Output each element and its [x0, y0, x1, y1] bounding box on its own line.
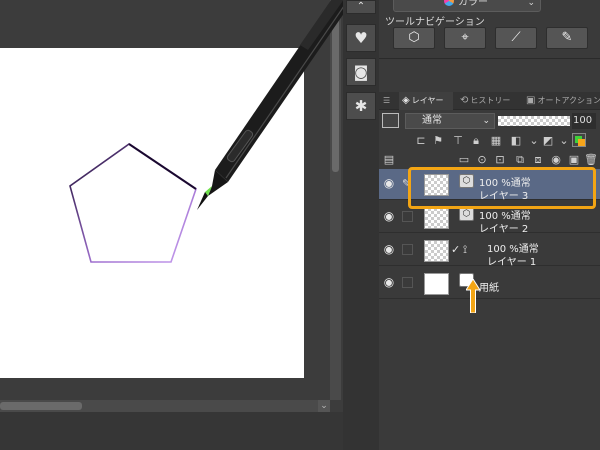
new-folder-icon[interactable]: ⊡: [493, 153, 507, 167]
layer-list-icon[interactable]: ▤: [382, 153, 396, 167]
horizontal-scrollbar-thumb[interactable]: [0, 402, 82, 410]
merge-layer-icon[interactable]: ⧈: [531, 153, 545, 167]
horizontal-scrollbar[interactable]: [0, 400, 330, 412]
chevron-down-icon[interactable]: ⌄: [527, 134, 541, 148]
new-vector-layer-icon[interactable]: ⊙: [475, 153, 489, 167]
mask-icon[interactable]: ◧: [509, 134, 523, 148]
new-raster-layer-icon[interactable]: ▭: [457, 153, 471, 167]
reference-icon[interactable]: ⚑: [431, 134, 445, 148]
vertical-scrollbar[interactable]: [330, 0, 341, 400]
panel-menu-button[interactable]: ☰: [383, 92, 395, 110]
layer-action-row: ▤ ▭ ⊙ ⊡ ⧉ ⧈ ◉ ▣ 🗑︎: [379, 153, 600, 167]
person-icon[interactable]: ✱: [346, 92, 376, 120]
selected-layer-highlight: [408, 167, 596, 209]
blend-mode-value: 通常: [422, 115, 442, 126]
layer-thumbnail: [424, 240, 449, 262]
canvas-bottom-area: [0, 412, 343, 450]
blend-mode-select[interactable]: 通常 ⌄: [405, 113, 495, 129]
layer-name: 用紙: [479, 283, 499, 294]
layer-tool-row: ⊏ ⚑ ⊤ 🔒︎ ▦ ◧ ⌄ ◩ ⌄: [379, 131, 600, 153]
pointer-icon[interactable]: ⌖: [444, 27, 486, 49]
eye-icon[interactable]: ◉: [382, 276, 396, 288]
lock-icon[interactable]: 🔒︎: [469, 134, 483, 148]
canvas-area[interactable]: ⌄: [0, 0, 343, 450]
lock-checkbox[interactable]: [402, 211, 413, 222]
selection-mask-icon[interactable]: ◩: [541, 134, 555, 148]
layer-thumbnail: [424, 273, 449, 295]
color-set-select[interactable]: カラー ⌄: [393, 0, 541, 12]
layer-thumbnail: [424, 207, 449, 229]
pen-tool-icon[interactable]: ⬡: [393, 27, 435, 49]
panel-separator: [379, 58, 600, 88]
panel-icon-strip: ⌃ ♥ ◙ ✱: [343, 0, 379, 450]
tab-auto-action[interactable]: ▣ オートアクション: [523, 92, 600, 110]
copy-layer-icon[interactable]: ⧉: [513, 153, 527, 167]
ruler-icon[interactable]: ⊤: [451, 134, 465, 148]
arrow-up-icon: [466, 279, 480, 313]
chevron-down-icon: ⌄: [527, 0, 535, 8]
clip-icon[interactable]: ⊏: [414, 134, 428, 148]
lock-checkbox[interactable]: [402, 277, 413, 288]
layer-mask-icon[interactable]: ▣: [567, 153, 581, 167]
canvas-paper[interactable]: [0, 48, 304, 378]
right-panel: カラー ⌄ ツールナビゲーション ⬡ ⌖ ⟋ ✎ ☰ ◈ レイヤー ⟲ ヒストリー …: [379, 0, 600, 450]
eye-icon[interactable]: ◉: [382, 177, 396, 189]
opacity-value[interactable]: 100: [572, 113, 596, 129]
layer-panel-tabs: ☰ ◈ レイヤー ⟲ ヒストリー ▣ オートアクション: [379, 92, 600, 110]
tab-history[interactable]: ⟲ ヒストリー: [457, 92, 519, 110]
heart-icon[interactable]: ♥: [346, 24, 376, 52]
chevron-down-icon[interactable]: ⌄: [557, 134, 571, 148]
layer-name: レイヤー 2: [479, 224, 529, 235]
tab-layer[interactable]: ◈ レイヤー: [399, 92, 453, 110]
camera-icon[interactable]: ◙: [346, 58, 376, 86]
layer-row-paper[interactable]: ◉ 用紙: [379, 268, 600, 299]
collapse-strip-button[interactable]: ⌃: [346, 0, 376, 14]
draft-layer-icon: ⟟: [463, 243, 468, 256]
vertical-scrollbar-thumb[interactable]: [332, 0, 339, 172]
tool-navigation-row: ⬡ ⌖ ⟋ ✎: [393, 27, 590, 49]
layer-color-swatch[interactable]: [382, 113, 399, 128]
vector-icon[interactable]: ⟋: [495, 27, 537, 49]
scroll-down-button[interactable]: ⌄: [318, 400, 330, 412]
checkmark-icon: ✓: [451, 243, 461, 256]
opacity-slider[interactable]: [498, 116, 570, 126]
layer-color-icon[interactable]: [572, 133, 586, 147]
vector-layer-icon: ⬡: [459, 207, 474, 221]
delete-layer-icon[interactable]: 🗑︎: [584, 153, 598, 167]
layer-properties-bar: 通常 ⌄ 100: [379, 111, 600, 131]
eye-icon[interactable]: ◉: [382, 210, 396, 222]
chevron-down-icon: ⌄: [482, 116, 490, 126]
layer-panel-empty-area: [379, 307, 600, 450]
tool-navigation-title: ツールナビゲーション: [385, 17, 485, 28]
layer-name: レイヤー 1: [487, 257, 537, 268]
mask-add-icon[interactable]: ◉: [549, 153, 563, 167]
eye-icon[interactable]: ◉: [382, 243, 396, 255]
lock-checkbox[interactable]: [402, 244, 413, 255]
color-combo-label: カラー: [458, 0, 488, 8]
brush-icon[interactable]: ✎: [546, 27, 588, 49]
lock-transparency-icon[interactable]: ▦: [489, 134, 503, 148]
color-wheel-icon: [444, 0, 454, 6]
layer-row-1[interactable]: ◉ ✓ ⟟ 100 %通常 レイヤー 1: [379, 235, 600, 268]
